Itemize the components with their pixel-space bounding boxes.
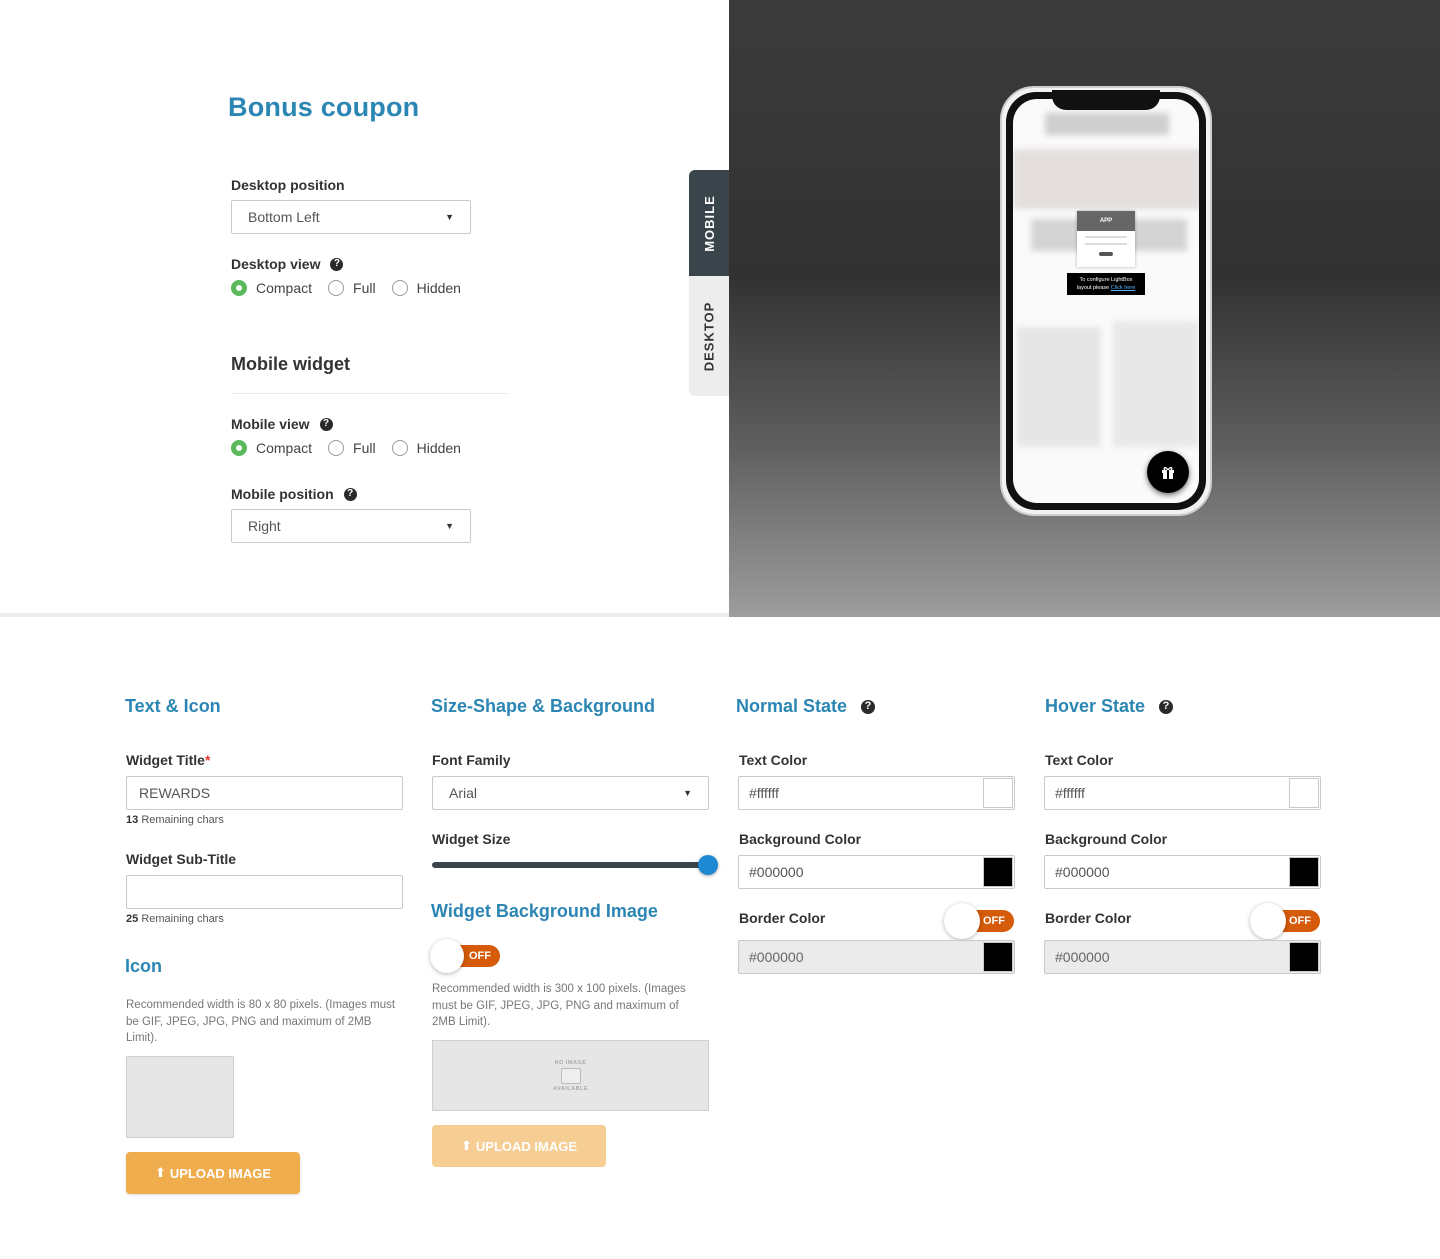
widget-title-char-counter: 13 Remaining chars	[126, 814, 224, 826]
radio-button[interactable]	[391, 440, 408, 456]
mobile-position-select[interactable]: Right ▼	[231, 509, 471, 543]
caret-down-icon: ▼	[445, 212, 454, 222]
bg-image-upload-button[interactable]: ⬆ UPLOAD IMAGE	[432, 1125, 606, 1167]
desktop-position-label: Desktop position	[231, 177, 345, 193]
blurred-header	[1045, 113, 1169, 135]
bg-image-requirements-text: Recommended width is 300 x 100 pixels. (…	[432, 983, 686, 1028]
widget-settings-panel: Bonus coupon Desktop position Bottom Lef…	[0, 0, 729, 613]
hover-border-color-label: Border Color	[1045, 910, 1132, 926]
caret-down-icon: ▼	[445, 521, 454, 531]
icon-upload-button[interactable]: ⬆ UPLOAD IMAGE	[126, 1152, 300, 1194]
widget-title-label: Widget Title*	[126, 752, 211, 768]
desktop-view-radio-group: Compact Full Hidden	[231, 280, 477, 296]
normal-bg-color-label: Background Color	[739, 831, 862, 847]
tab-mobile[interactable]: MOBILE	[689, 170, 729, 276]
color-swatch[interactable]	[983, 942, 1013, 972]
widget-bg-image-heading: Widget Background Image	[431, 901, 658, 921]
normal-border-color-input[interactable]: #000000	[738, 940, 1015, 974]
radio-button[interactable]	[391, 280, 408, 296]
normal-text-color-label: Text Color	[739, 752, 808, 768]
phone-notch	[1052, 90, 1160, 110]
desktop-view-label: Desktop view ?	[231, 256, 344, 272]
size-shape-heading: Size-Shape & Background	[431, 696, 656, 716]
widget-subtitle-input[interactable]	[126, 875, 403, 909]
help-icon[interactable]: ?	[343, 487, 357, 501]
widget-size-slider-handle[interactable]	[698, 855, 718, 875]
mobile-preview-panel: APP To configure LightBox layout please …	[729, 0, 1440, 617]
help-icon[interactable]: ?	[330, 257, 344, 271]
radio-button-selected[interactable]	[231, 280, 247, 296]
hover-border-toggle[interactable]: OFF	[1250, 903, 1320, 939]
normal-border-toggle[interactable]: OFF	[944, 903, 1014, 939]
mobile-view-full-option[interactable]: Full	[328, 440, 376, 456]
normal-bg-color-input[interactable]: #000000	[738, 855, 1015, 889]
mobile-view-label: Mobile view ?	[231, 416, 333, 432]
gift-icon	[1162, 467, 1174, 479]
color-swatch[interactable]	[983, 778, 1013, 808]
hover-text-color-label: Text Color	[1045, 752, 1114, 768]
color-swatch[interactable]	[1289, 778, 1319, 808]
preview-tabs: MOBILE DESKTOP	[689, 170, 729, 396]
blurred-column	[1113, 321, 1199, 447]
mobile-view-hidden-option[interactable]: Hidden	[391, 440, 461, 456]
help-icon[interactable]: ?	[1159, 699, 1174, 714]
divider	[231, 393, 507, 394]
radio-button[interactable]	[328, 440, 345, 456]
font-family-select[interactable]: Arial ▼	[432, 776, 709, 810]
toggle-knob	[1250, 903, 1286, 939]
icon-heading: Icon	[125, 956, 163, 976]
phone-screen: APP To configure LightBox layout please …	[1013, 99, 1199, 503]
hover-state-heading: Hover State ?	[1045, 696, 1174, 717]
icon-preview-box	[126, 1056, 234, 1138]
toggle-knob	[944, 903, 980, 939]
radio-button-selected[interactable]	[231, 440, 247, 456]
color-swatch[interactable]	[1289, 857, 1319, 887]
widget-size-slider-track[interactable]	[432, 862, 709, 868]
bg-image-preview: NO IMAGE AVAILABLE	[432, 1040, 709, 1111]
mobile-view-radio-group: Compact Full Hidden	[231, 440, 477, 456]
normal-text-color-input[interactable]: #ffffff	[738, 776, 1015, 810]
hover-text-color-input[interactable]: #ffffff	[1044, 776, 1321, 810]
caret-down-icon: ▼	[683, 788, 692, 798]
help-icon[interactable]: ?	[861, 699, 876, 714]
widget-size-label: Widget Size	[432, 831, 511, 847]
widget-title-input[interactable]: REWARDS	[126, 776, 403, 810]
desktop-view-hidden-option[interactable]: Hidden	[391, 280, 461, 296]
gift-widget-button[interactable]	[1147, 451, 1189, 493]
desktop-position-select[interactable]: Bottom Left ▼	[231, 200, 471, 234]
mini-popup: APP	[1077, 211, 1135, 267]
radio-button[interactable]	[328, 280, 345, 296]
text-icon-heading: Text & Icon	[125, 696, 221, 716]
hover-border-color-input[interactable]: #000000	[1044, 940, 1321, 974]
color-swatch[interactable]	[1289, 942, 1319, 972]
blurred-column	[1017, 327, 1101, 447]
blurred-banner	[1013, 149, 1199, 209]
upload-icon: ⬆	[460, 1138, 472, 1153]
bg-image-toggle[interactable]: OFF	[430, 939, 500, 973]
icon-requirements-text: Recommended width is 80 x 80 pixels. (Im…	[126, 999, 396, 1044]
mobile-position-label: Mobile position ?	[231, 486, 357, 502]
click-here-link[interactable]: Click here	[1111, 285, 1135, 291]
upload-icon: ⬆	[154, 1165, 166, 1180]
widget-subtitle-label: Widget Sub-Title	[126, 851, 237, 867]
font-family-label: Font Family	[432, 752, 511, 768]
lightbox-configure-tip: To configure LightBox layout please Clic…	[1067, 273, 1145, 295]
mobile-view-compact-option[interactable]: Compact	[231, 440, 312, 456]
desktop-view-full-option[interactable]: Full	[328, 280, 376, 296]
no-image-icon	[560, 1067, 581, 1084]
normal-border-color-label: Border Color	[739, 910, 826, 926]
hover-bg-color-input[interactable]: #000000	[1044, 855, 1321, 889]
phone-mockup: APP To configure LightBox layout please …	[1000, 86, 1212, 516]
toggle-knob	[430, 939, 464, 973]
hover-bg-color-label: Background Color	[1045, 831, 1168, 847]
section-divider	[0, 613, 729, 617]
help-icon[interactable]: ?	[319, 417, 333, 431]
widget-subtitle-char-counter: 25 Remaining chars	[126, 913, 224, 925]
page-title: Bonus coupon	[228, 92, 420, 122]
desktop-view-compact-option[interactable]: Compact	[231, 280, 312, 296]
mobile-widget-heading: Mobile widget	[231, 354, 350, 374]
normal-state-heading: Normal State ?	[736, 696, 876, 717]
tab-desktop[interactable]: DESKTOP	[689, 276, 729, 396]
color-swatch[interactable]	[983, 857, 1013, 887]
